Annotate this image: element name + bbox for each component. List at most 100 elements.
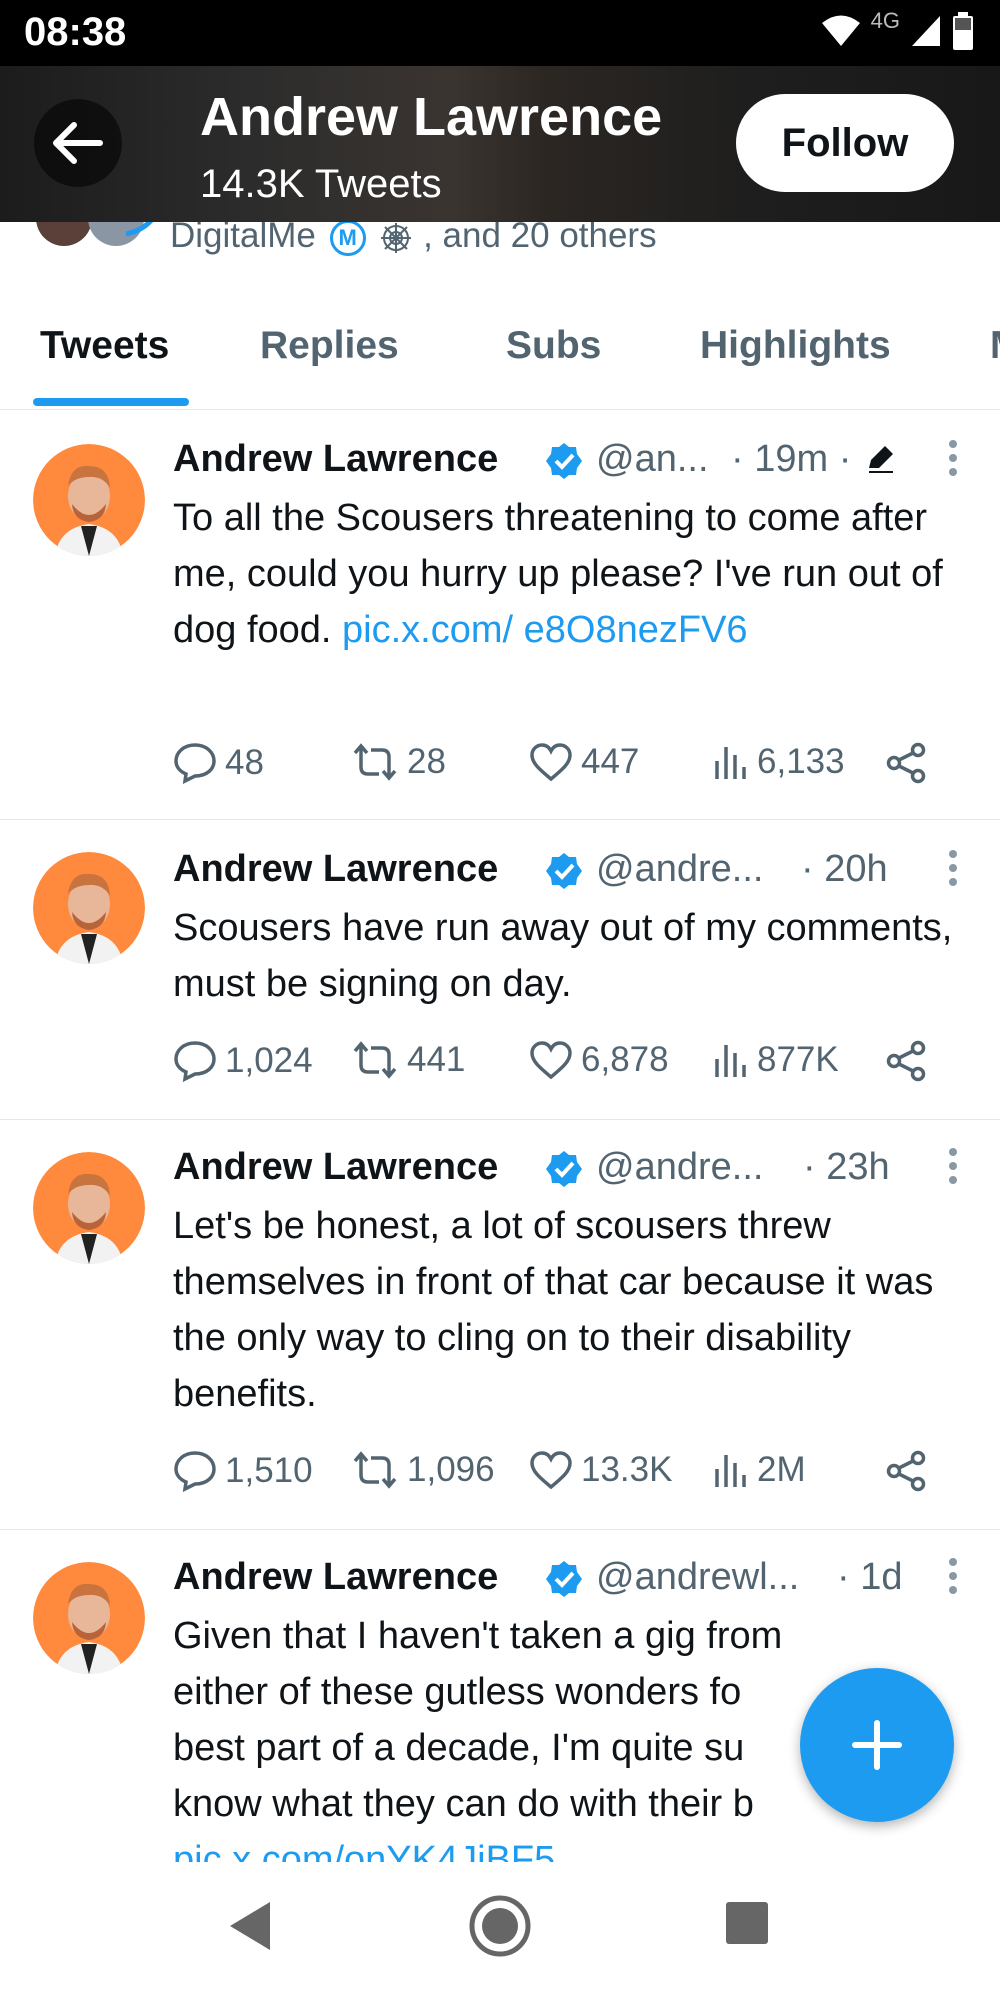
tab-media[interactable]: M — [990, 324, 1000, 368]
tweet-header: Andrew Lawrence @andre... · 23h — [173, 1146, 963, 1200]
like-count: 447 — [581, 742, 640, 781]
retweet-count: 28 — [407, 742, 446, 781]
tweet-actions: 48 28 447 6,133 — [173, 742, 943, 792]
like-count: 13.3K — [581, 1450, 673, 1489]
reply-count: 48 — [225, 743, 264, 782]
nav-back-icon[interactable] — [226, 1900, 272, 1952]
tweet-text-content: Scousers have run away out of my comment… — [173, 907, 953, 1005]
views-count: 2M — [757, 1450, 806, 1489]
system-nav-bar — [0, 1862, 1000, 2000]
avatar[interactable] — [33, 444, 145, 556]
heart-icon — [530, 743, 572, 782]
reply-count: 1,510 — [225, 1451, 313, 1490]
m-badge-icon: M — [329, 222, 366, 256]
tweet-card[interactable]: Andrew Lawrence @andre... · 23h Let's be… — [0, 1120, 1000, 1530]
tweet-header: Andrew Lawrence @an... · 19m · — [173, 438, 963, 492]
tweet-author-name[interactable]: Andrew Lawrence — [173, 1146, 498, 1189]
nav-recents-icon[interactable] — [724, 1900, 770, 1946]
heart-icon — [530, 1451, 572, 1490]
tweet-text-content: Let's be honest, a lot of scousers threw… — [173, 1205, 934, 1415]
more-options-icon[interactable] — [943, 1556, 963, 1596]
views-button[interactable]: 2M — [713, 1450, 806, 1490]
retweet-count: 441 — [407, 1040, 466, 1079]
views-count: 877K — [757, 1040, 839, 1079]
tweet-time: · 1d — [837, 1556, 903, 1598]
share-button[interactable] — [885, 1040, 927, 1082]
verified-badge-icon — [546, 853, 582, 889]
more-options-icon[interactable] — [943, 438, 963, 478]
reply-icon — [174, 1451, 216, 1492]
tweet-link[interactable]: pic.x.com/ e8O8nezFV6 — [342, 609, 748, 651]
tweet-actions: 1,024 441 6,878 877K — [173, 1040, 943, 1090]
reply-button[interactable]: 1,024 — [173, 1040, 313, 1082]
tweet-author-name[interactable]: Andrew Lawrence — [173, 438, 498, 481]
tweet-author-name[interactable]: Andrew Lawrence — [173, 1556, 498, 1599]
tweet-card[interactable]: Andrew Lawrence @an... · 19m · To all th… — [0, 410, 1000, 820]
plus-icon — [852, 1720, 902, 1770]
tweet-text: To all the Scousers threatening to come … — [173, 490, 973, 658]
tweet-link[interactable]: pic.x.com/onYK4JiBF5 — [173, 1832, 973, 1862]
share-icon — [886, 742, 926, 784]
retweet-button[interactable]: 441 — [351, 1040, 465, 1080]
like-button[interactable]: 447 — [529, 742, 639, 782]
back-button[interactable] — [34, 99, 122, 187]
reply-icon — [174, 1041, 216, 1082]
compose-tweet-button[interactable] — [800, 1668, 954, 1822]
share-icon — [886, 1040, 926, 1082]
views-button[interactable]: 877K — [713, 1040, 839, 1080]
avatar[interactable] — [33, 852, 145, 964]
tweet-text: Scousers have run away out of my comment… — [173, 900, 973, 1012]
tweet-time: · 19m · — [731, 438, 852, 480]
followed-by-row[interactable]: DigitalMe M , and 20 others — [0, 222, 1000, 262]
follower-avatars — [36, 222, 154, 246]
retweet-icon — [353, 1451, 397, 1489]
nav-home-icon[interactable] — [468, 1894, 532, 1958]
tweet-header: Andrew Lawrence @andrewl... · 1d — [173, 1556, 963, 1610]
battery-icon — [953, 12, 973, 50]
avatar[interactable] — [33, 1152, 145, 1264]
tweet-text-line: Given that I haven't taken a gig from — [173, 1615, 783, 1657]
header-tweet-count: 14.3K Tweets — [200, 162, 442, 206]
share-button[interactable] — [885, 742, 927, 784]
views-chart-icon — [715, 747, 746, 779]
views-button[interactable]: 6,133 — [713, 742, 845, 782]
tab-highlights[interactable]: Highlights — [700, 324, 891, 368]
tweet-handle: @andrewl... — [596, 1556, 800, 1598]
tweet-time: · 20h — [801, 848, 888, 890]
views-chart-icon — [715, 1455, 746, 1487]
share-icon — [886, 1450, 926, 1492]
tab-tweets[interactable]: Tweets — [40, 324, 169, 368]
retweet-count: 1,096 — [407, 1450, 495, 1489]
more-options-icon[interactable] — [943, 1146, 963, 1186]
share-button[interactable] — [885, 1450, 927, 1492]
tweet-handle: @andre... — [596, 848, 764, 890]
network-type: 4G — [870, 8, 900, 33]
followed-by-others: , and 20 others — [423, 222, 657, 255]
retweet-button[interactable]: 28 — [351, 742, 446, 782]
retweet-icon — [353, 1041, 397, 1079]
reply-button[interactable]: 1,510 — [173, 1450, 313, 1492]
tweet-card[interactable]: Andrew Lawrence @andre... · 20h Scousers… — [0, 820, 1000, 1120]
like-button[interactable]: 6,878 — [529, 1040, 669, 1080]
wifi-icon — [821, 15, 860, 46]
more-options-icon[interactable] — [943, 848, 963, 888]
tweet-author-name[interactable]: Andrew Lawrence — [173, 848, 498, 891]
follow-button[interactable]: Follow — [736, 94, 954, 192]
reply-count: 1,024 — [225, 1041, 313, 1080]
retweet-button[interactable]: 1,096 — [351, 1450, 495, 1490]
heart-icon — [530, 1041, 572, 1080]
tab-subs[interactable]: Subs — [506, 324, 601, 368]
tweet-actions: 1,510 1,096 13.3K 2M — [173, 1450, 943, 1500]
tab-replies[interactable]: Replies — [260, 324, 399, 368]
tweet-text: Let's be honest, a lot of scousers threw… — [173, 1198, 973, 1422]
followed-by-text: DigitalMe M , and 20 others — [170, 222, 657, 256]
reply-button[interactable]: 48 — [173, 742, 264, 784]
status-bar: 08:38 4G — [0, 0, 1000, 66]
tweet-handle: @andre... — [596, 1146, 764, 1188]
like-button[interactable]: 13.3K — [529, 1450, 672, 1490]
active-tab-indicator — [33, 398, 189, 406]
avatar[interactable] — [33, 1562, 145, 1674]
views-chart-icon — [715, 1045, 746, 1077]
tweet-handle: @an... — [596, 438, 709, 480]
profile-header: Andrew Lawrence 14.3K Tweets Follow — [0, 66, 1000, 222]
